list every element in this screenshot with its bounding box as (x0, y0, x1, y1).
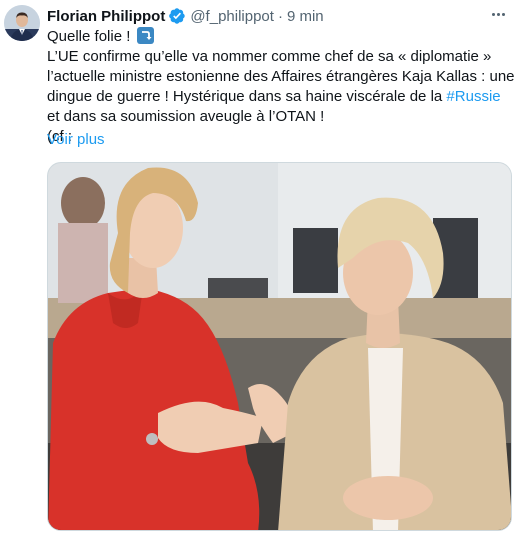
tweet-card[interactable]: Florian Philippot @f_philippot · 9 min Q… (0, 0, 522, 538)
more-dot (501, 12, 505, 16)
author-name[interactable]: Florian Philippot (47, 8, 165, 25)
hashtag-link[interactable]: #Russie (446, 88, 500, 105)
separator-dot: · (277, 7, 283, 25)
tweet-body: L’UE confirme qu’elle va nommer comme ch… (47, 48, 515, 105)
show-more-link[interactable]: Voir plus (47, 131, 105, 148)
tweet-line-last: (cf : (47, 128, 72, 145)
more-dot (491, 12, 495, 16)
more-dot (496, 12, 500, 16)
profile-photo-icon (4, 5, 40, 41)
photo-two-women-talking-icon (48, 163, 511, 530)
avatar[interactable] (4, 5, 40, 41)
tweet-header: Florian Philippot @f_philippot · 9 min (47, 6, 324, 26)
tweet-line-1: Quelle folie ! (47, 28, 131, 45)
right-arrow-curving-down-emoji-icon (136, 27, 154, 44)
timestamp[interactable]: 9 min (287, 8, 324, 25)
tweet-body-end: et dans sa soumission aveugle à l’OTAN ! (47, 108, 325, 125)
verified-badge-icon (169, 8, 186, 24)
tweet-photo[interactable] (47, 162, 512, 531)
more-options-button[interactable] (486, 3, 510, 25)
tweet-text: Quelle folie ! L’UE confirme qu’elle va … (47, 27, 517, 147)
author-handle[interactable]: @f_philippot (190, 8, 274, 25)
